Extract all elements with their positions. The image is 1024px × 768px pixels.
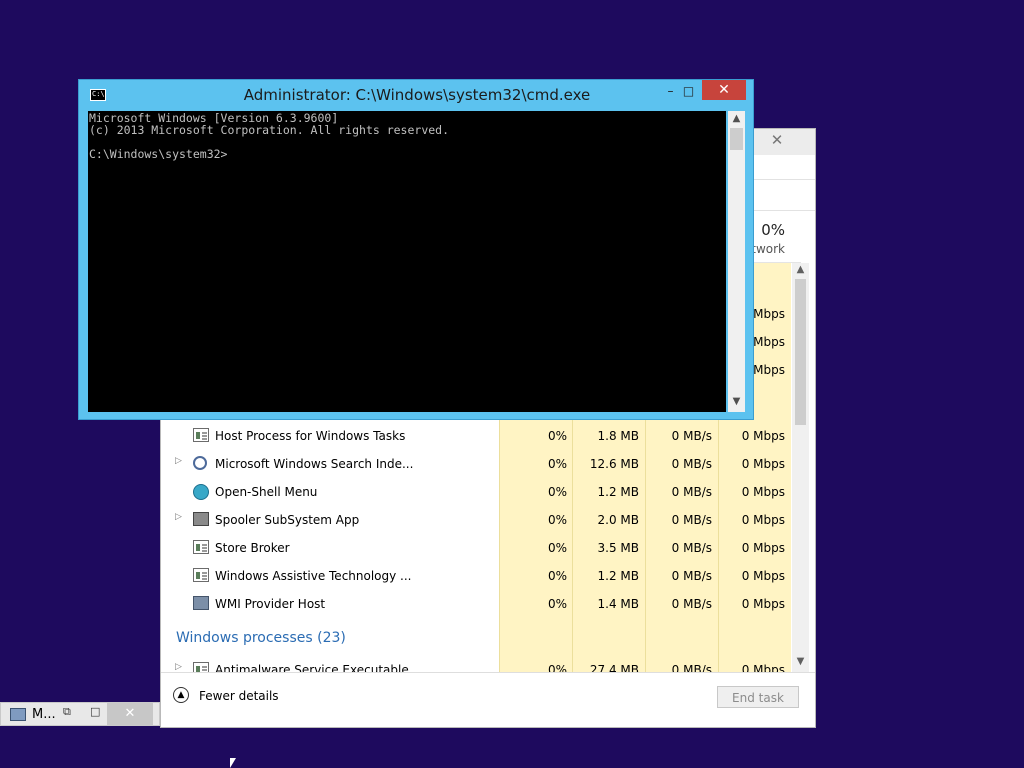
scroll-up-arrow-icon[interactable]: ▲	[792, 264, 809, 275]
maximize-button[interactable]: □	[90, 705, 100, 718]
network-cell: 0 Mbps	[741, 569, 785, 583]
memory-cell: 1.8 MB	[597, 429, 639, 443]
table-row[interactable]: Host Process for Windows Tasks 0% 1.8 MB 0 …	[161, 422, 791, 450]
console-scrollbar[interactable]: ▲ ▼	[728, 111, 745, 412]
expand-arrow-icon[interactable]: ▷	[175, 512, 182, 522]
network-cell: 0 Mbps	[741, 597, 785, 611]
close-button[interactable]: ✕	[107, 703, 153, 725]
scroll-up-arrow-icon[interactable]: ▲	[728, 113, 745, 124]
cpu-cell: 0%	[547, 429, 567, 443]
cpu-cell: 0%	[547, 485, 567, 499]
cpu-cell: 0%	[547, 597, 567, 611]
console-prompt: C:\Windows\system32>	[89, 147, 228, 161]
cpu-cell: 0%	[547, 541, 567, 555]
network-cell: 0 Mbps	[741, 429, 785, 443]
disk-cell: 0 MB/s	[671, 569, 712, 583]
table-row[interactable]: ▷ Microsoft Windows Search Inde... 0% 12.6 …	[161, 450, 791, 478]
network-cell: 0 Mbps	[741, 457, 785, 471]
process-name: Spooler SubSystem App	[215, 513, 360, 527]
table-row[interactable]: Open-Shell Menu 0% 1.2 MB 0 MB/s 0 Mbps	[161, 478, 791, 506]
task-manager-scrollbar[interactable]: ▲ ▼	[792, 263, 809, 672]
network-cell: 0 Mbps	[741, 541, 785, 555]
cmd-window: C:\ Administrator: C:\Windows\system32\c…	[78, 79, 754, 420]
scroll-thumb[interactable]	[730, 128, 743, 150]
app-icon	[193, 428, 209, 442]
table-row[interactable]: WMI Provider Host 0% 1.4 MB 0 MB/s 0 Mbps	[161, 590, 791, 618]
minimized-window-bar[interactable]: M... ⧉ □ ✕	[0, 702, 160, 726]
process-name: Host Process for Windows Tasks	[215, 429, 406, 443]
end-task-button[interactable]: End task	[717, 686, 799, 708]
computer-icon	[10, 708, 26, 721]
close-button[interactable]: ✕	[702, 80, 746, 100]
process-name: Microsoft Windows Search Inde...	[215, 457, 414, 471]
table-row[interactable]: Windows Assistive Technology ... 0% 1.2 MB…	[161, 562, 791, 590]
memory-cell: 12.6 MB	[589, 457, 639, 471]
wmi-icon	[193, 596, 209, 610]
search-icon	[193, 456, 207, 470]
disk-cell: 0 MB/s	[671, 429, 712, 443]
console-line: (c) 2013 Microsoft Corporation. All righ…	[89, 123, 450, 137]
expand-arrow-icon[interactable]: ▷	[175, 456, 182, 466]
cpu-cell: 0%	[547, 457, 567, 471]
scroll-down-arrow-icon[interactable]: ▼	[792, 656, 809, 667]
task-manager-footer: ▲ Fewer details End task	[161, 672, 815, 727]
memory-cell: 1.2 MB	[597, 485, 639, 499]
process-name: Open-Shell Menu	[215, 485, 318, 499]
process-name: WMI Provider Host	[215, 597, 326, 611]
minimized-window-label: M...	[32, 707, 56, 722]
memory-cell: 2.0 MB	[597, 513, 639, 527]
memory-cell: 1.2 MB	[597, 569, 639, 583]
console-output[interactable]: Microsoft Windows [Version 6.3.9600] (c) …	[88, 111, 726, 412]
disk-cell: 0 MB/s	[671, 541, 712, 555]
fewer-details-button[interactable]: Fewer details	[199, 689, 279, 703]
disk-cell: 0 MB/s	[671, 597, 712, 611]
memory-cell: 3.5 MB	[597, 541, 639, 555]
process-name: Windows Assistive Technology ...	[215, 569, 412, 583]
restore-button[interactable]: ⧉	[63, 705, 71, 719]
task-manager-close-button[interactable]: ✕	[754, 129, 800, 151]
network-cell: 0 Mbps	[741, 485, 785, 499]
disk-cell: 0 MB/s	[671, 485, 712, 499]
network-cell: 0 Mbps	[741, 513, 785, 527]
table-row[interactable]: ▷ Spooler SubSystem App 0% 2.0 MB 0 MB/s 0 Mb…	[161, 506, 791, 534]
expand-arrow-icon[interactable]: ▷	[175, 662, 182, 672]
table-row[interactable]: Store Broker 0% 3.5 MB 0 MB/s 0 Mbps	[161, 534, 791, 562]
app-icon	[193, 540, 209, 554]
windows-processes-group-label[interactable]: Windows processes (23)	[176, 630, 346, 646]
mouse-cursor-icon	[230, 758, 236, 768]
disk-cell: 0 MB/s	[671, 457, 712, 471]
cpu-cell: 0%	[547, 569, 567, 583]
scroll-down-arrow-icon[interactable]: ▼	[728, 396, 745, 407]
shell-icon	[193, 484, 209, 500]
scroll-thumb[interactable]	[795, 279, 806, 425]
process-name: Store Broker	[215, 541, 290, 555]
cpu-cell: 0%	[547, 513, 567, 527]
maximize-button[interactable]: □	[675, 81, 702, 101]
printer-icon	[193, 512, 209, 526]
disk-cell: 0 MB/s	[671, 513, 712, 527]
chevron-up-icon[interactable]: ▲	[173, 687, 189, 703]
cmd-window-title: Administrator: C:\Windows\system32\cmd.e…	[243, 86, 591, 104]
memory-cell: 1.4 MB	[597, 597, 639, 611]
app-icon	[193, 568, 209, 582]
